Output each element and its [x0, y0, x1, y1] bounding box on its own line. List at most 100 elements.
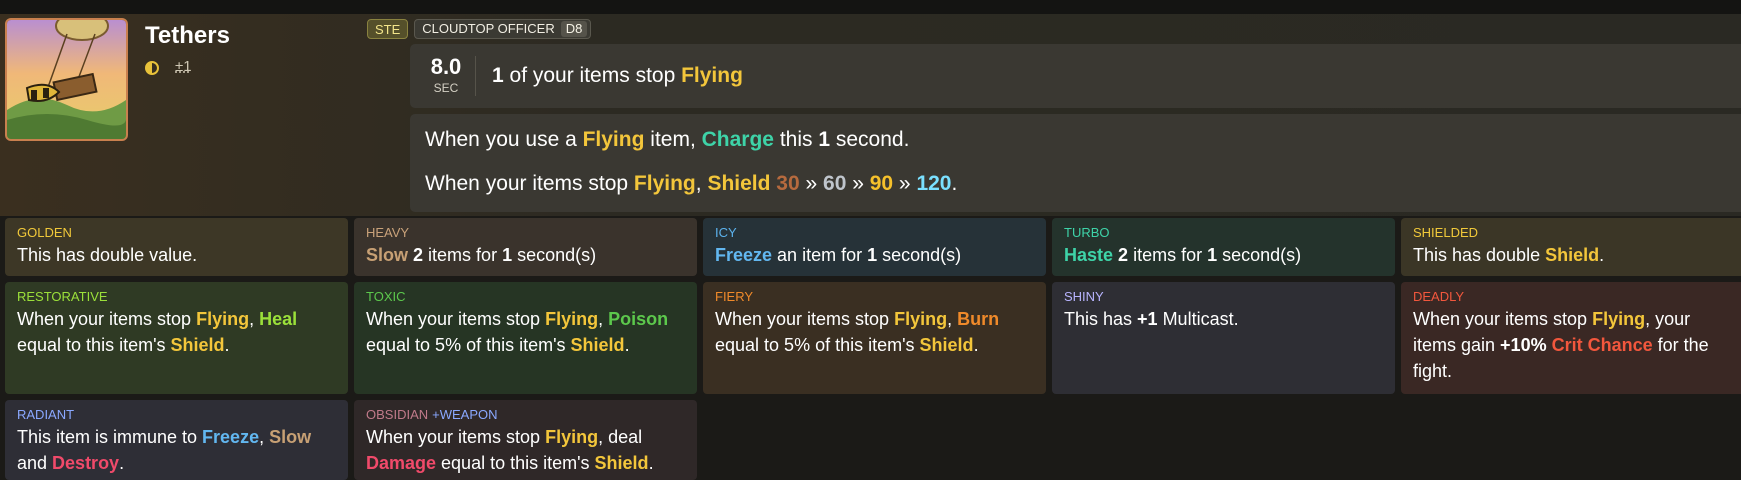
text: ,: [259, 427, 270, 447]
ability-panel: When you use a Flying item, Charge this …: [410, 114, 1741, 212]
cooldown-value: 8.0: [430, 54, 462, 79]
keyword-shield: Shield: [594, 453, 649, 473]
tier-separator: »: [846, 172, 870, 195]
enchant-name: RESTORATIVE: [17, 289, 108, 304]
enchant-name: ICY: [715, 225, 737, 240]
text: This item is immune to: [17, 427, 203, 447]
keyword-flying: Flying: [545, 309, 599, 329]
count: 2: [413, 245, 424, 265]
text: .: [951, 172, 958, 195]
text: When your items stop: [425, 172, 634, 195]
tag-tier: D8: [560, 21, 588, 37]
stat-delta[interactable]: ±1: [175, 58, 192, 75]
keyword-destroy: Destroy: [52, 453, 120, 473]
enchant-desc: Freeze an item for 1 second(s): [715, 242, 1034, 268]
text: .: [648, 453, 654, 473]
text: ,: [695, 172, 708, 195]
cooldown-effect: 1 of your items stop Flying: [492, 64, 743, 88]
text: equal to 5% of this item's: [366, 335, 571, 355]
enchant-turbo[interactable]: TURBO Haste 2 items for 1 second(s): [1052, 218, 1395, 276]
enchant-radiant[interactable]: RADIANT This item is immune to Freeze, S…: [5, 400, 348, 480]
enchant-golden[interactable]: GOLDEN This has double value.: [5, 218, 348, 276]
keyword-shield: Shield: [570, 335, 625, 355]
keyword-flying: Flying: [894, 309, 948, 329]
enchant-desc: When your items stop Flying, Poison equa…: [366, 306, 685, 358]
enchant-name: HEAVY: [366, 225, 410, 240]
tag-officer-label: CLOUDTOP OFFICER: [422, 21, 555, 36]
text: This has double: [1413, 245, 1546, 265]
keyword-shield: Shield: [707, 172, 771, 195]
enchant-desc: When your items stop Flying, Burn equal …: [715, 306, 1034, 358]
tag-officer[interactable]: CLOUDTOP OFFICER D8: [414, 19, 592, 39]
keyword-charge: Charge: [701, 128, 774, 151]
enchant-shielded[interactable]: SHIELDED This has double Shield.: [1401, 218, 1741, 276]
ability-line-charge: When you use a Flying item, Charge this …: [425, 128, 909, 152]
charge-seconds: 1: [818, 128, 831, 151]
keyword-flying: Flying: [582, 128, 645, 151]
text: .: [973, 335, 979, 355]
enchant-name: OBSIDIAN: [366, 407, 429, 422]
keyword-freeze: Freeze: [715, 245, 773, 265]
shield-tier-gold: 90: [869, 172, 894, 195]
enchant-name: GOLDEN: [17, 225, 72, 240]
text: .: [224, 335, 230, 355]
enchant-desc: Haste 2 items for 1 second(s): [1064, 242, 1383, 268]
text: When your items stop: [1413, 309, 1593, 329]
enchant-fiery[interactable]: FIERY When your items stop Flying, Burn …: [703, 282, 1046, 394]
text: second(s): [1217, 245, 1302, 265]
item-image: [5, 18, 128, 141]
text: second.: [830, 128, 910, 151]
count: 2: [1118, 245, 1129, 265]
text: Multicast.: [1157, 309, 1239, 329]
enchant-name: TURBO: [1064, 225, 1110, 240]
item-title: Tethers: [145, 22, 230, 49]
keyword-burn: Burn: [957, 309, 1000, 329]
text: When your items stop: [366, 427, 546, 447]
text: items for: [1128, 245, 1208, 265]
text: When your items stop: [366, 309, 546, 329]
text: ,: [947, 309, 958, 329]
enchant-desc: This has +1 Multicast.: [1064, 306, 1383, 332]
item-tooltip: Tethers ±1 STE CLOUDTOP OFFICER D8 8.0 S…: [0, 0, 1741, 480]
keyword-slow: Slow: [366, 245, 409, 265]
text: When your items stop: [715, 309, 895, 329]
keyword-damage: Damage: [366, 453, 437, 473]
keyword-flying: Flying: [545, 427, 599, 447]
enchant-name: TOXIC: [366, 289, 406, 304]
tier-separator: »: [799, 172, 824, 195]
text: second(s): [512, 245, 597, 265]
enchant-name-row: OBSIDIAN +WEAPON: [366, 407, 685, 422]
enchant-restorative[interactable]: RESTORATIVE When your items stop Flying,…: [5, 282, 348, 394]
half-circle-icon: [145, 61, 159, 75]
text: this: [773, 128, 819, 151]
text: .: [624, 335, 630, 355]
keyword-shield: Shield: [919, 335, 974, 355]
text: item,: [644, 128, 702, 151]
keyword-shield: Shield: [170, 335, 225, 355]
multicast-bonus: +1: [1137, 309, 1158, 329]
enchant-obsidian[interactable]: OBSIDIAN +WEAPON When your items stop Fly…: [354, 400, 697, 480]
enchant-desc: This has double Shield.: [1413, 242, 1729, 268]
enchant-extra: +WEAPON: [432, 407, 498, 422]
shield-tier-bronze: 30: [776, 172, 800, 195]
seconds: 1: [867, 245, 878, 265]
crit-bonus: +10%: [1500, 335, 1547, 355]
enchant-desc: When your items stop Flying, Heal equal …: [17, 306, 336, 358]
enchant-name: RADIANT: [17, 407, 75, 422]
ability-line-shield: When your items stop Flying, Shield 30 »…: [425, 172, 957, 196]
keyword-flying: Flying: [196, 309, 250, 329]
tag-ste[interactable]: STE: [367, 19, 409, 39]
enchant-icy[interactable]: ICY Freeze an item for 1 second(s): [703, 218, 1046, 276]
shield-tier-silver: 60: [823, 172, 847, 195]
text: , deal: [598, 427, 643, 447]
enchant-deadly[interactable]: DEADLY When your items stop Flying, your…: [1401, 282, 1741, 394]
enchant-heavy[interactable]: HEAVY Slow 2 items for 1 second(s): [354, 218, 697, 276]
text: and: [17, 453, 53, 473]
enchant-shiny[interactable]: SHINY This has +1 Multicast.: [1052, 282, 1395, 394]
cooldown-panel: 8.0 SEC 1 of your items stop Flying: [410, 44, 1741, 108]
seconds: 1: [1207, 245, 1218, 265]
enchant-toxic[interactable]: TOXIC When your items stop Flying, Poiso…: [354, 282, 697, 394]
keyword-crit-chance: Crit Chance: [1551, 335, 1653, 355]
tag-row: STE CLOUDTOP OFFICER D8: [367, 19, 592, 39]
text: This has: [1064, 309, 1138, 329]
